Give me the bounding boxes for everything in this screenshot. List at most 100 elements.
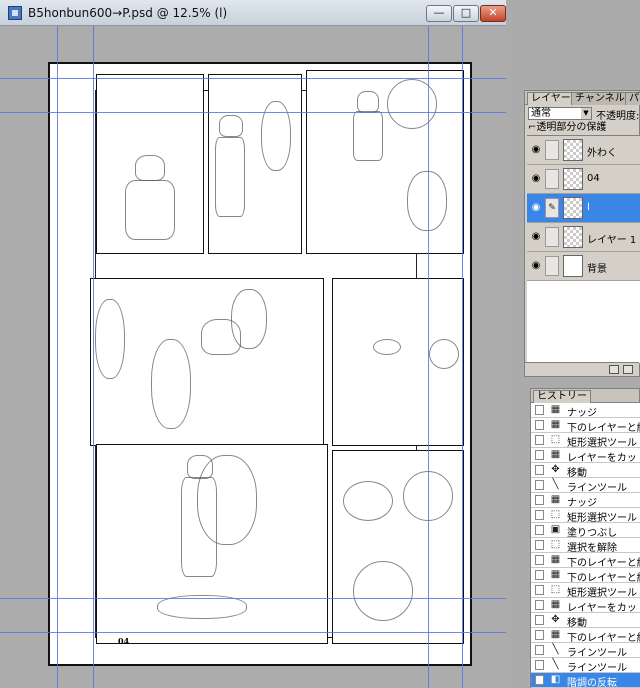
snapshot-box[interactable]	[535, 435, 544, 445]
history-item[interactable]: ╲ ラインツール	[531, 658, 640, 674]
snapshot-box[interactable]	[535, 555, 544, 565]
canvas-area[interactable]: 04	[0, 26, 506, 688]
eye-icon[interactable]: ◉	[530, 232, 542, 242]
document-titlebar[interactable]: B5honbun600→P.psd @ 12.5% (l) — □ ✕	[0, 0, 506, 26]
snapshot-box[interactable]	[535, 570, 544, 580]
layer-name: 外わく	[587, 148, 617, 159]
guide-line[interactable]	[57, 26, 58, 688]
brush-icon[interactable]: ✎	[545, 198, 559, 218]
layer-thumbnail	[563, 139, 583, 161]
snapshot-box[interactable]	[535, 675, 544, 685]
layer-name: 背景	[587, 264, 607, 275]
trash-icon[interactable]	[623, 365, 633, 374]
guide-line[interactable]	[428, 26, 429, 688]
snapshot-box[interactable]	[535, 450, 544, 460]
line-icon: ╲	[552, 644, 559, 655]
history-item[interactable]: ▦ レイヤーをカット	[531, 448, 640, 464]
guide-line[interactable]	[0, 112, 506, 113]
tab-history[interactable]: ヒストリー	[533, 390, 591, 403]
guide-line[interactable]	[0, 632, 506, 633]
eye-icon[interactable]: ◉	[530, 174, 542, 184]
tab-paths[interactable]: パ	[625, 92, 640, 105]
layer-row[interactable]: ◉ レイヤー 1	[527, 223, 640, 252]
history-item[interactable]: ▦ 下のレイヤーと結合	[531, 628, 640, 644]
merge-icon: ▦	[550, 569, 561, 580]
link-cell[interactable]	[545, 169, 559, 189]
tab-channels[interactable]: チャンネル	[571, 92, 629, 105]
history-item[interactable]: ╲ ラインツール	[531, 643, 640, 659]
guide-line[interactable]	[93, 26, 94, 688]
eye-icon[interactable]: ◉	[530, 145, 542, 155]
snapshot-box[interactable]	[535, 495, 544, 505]
snapshot-box[interactable]	[535, 600, 544, 610]
nudge-icon: ▦	[550, 404, 561, 415]
guide-line[interactable]	[0, 78, 506, 79]
snapshot-box[interactable]	[535, 480, 544, 490]
layers-footer	[525, 362, 639, 376]
invert-icon: ◧	[550, 674, 561, 685]
snapshot-box[interactable]	[535, 420, 544, 430]
history-item[interactable]: ✥ 移動	[531, 463, 640, 479]
history-item[interactable]: ⬚ 矩形選択ツール	[531, 508, 640, 524]
history-label: 下のレイヤーと結合	[567, 633, 640, 644]
line-icon: ╲	[552, 479, 559, 490]
line-icon: ╲	[552, 659, 559, 670]
layer-thumbnail	[563, 255, 583, 277]
tab-layers[interactable]: レイヤー	[527, 92, 575, 105]
snapshot-box[interactable]	[535, 615, 544, 625]
eye-icon[interactable]: ◉	[530, 203, 542, 213]
snapshot-box[interactable]	[535, 660, 544, 670]
layer-row[interactable]: ◉ 背景	[527, 252, 640, 281]
history-label: 矩形選択ツール	[567, 588, 637, 599]
minimize-button[interactable]: —	[426, 5, 452, 22]
history-item[interactable]: ✥ 移動	[531, 613, 640, 629]
document-title: B5honbun600→P.psd @ 12.5% (l)	[28, 6, 228, 20]
history-item[interactable]: ▦ 下のレイヤーと結合	[531, 418, 640, 434]
history-label: 階調の反転	[567, 678, 617, 688]
snapshot-box[interactable]	[535, 465, 544, 475]
layer-name: レイヤー 1	[587, 235, 637, 246]
snapshot-box[interactable]	[535, 405, 544, 415]
history-item[interactable]: ▦ 下のレイヤーと結合	[531, 568, 640, 584]
eye-icon[interactable]: ◉	[530, 261, 542, 271]
page-number: 04	[118, 636, 130, 646]
maximize-button[interactable]: □	[453, 5, 479, 22]
guide-line[interactable]	[462, 26, 463, 688]
chevron-down-icon: ▼	[581, 108, 591, 119]
snapshot-box[interactable]	[535, 645, 544, 655]
history-item[interactable]: ▦ ナッジ	[531, 493, 640, 509]
history-item[interactable]: ▣ 塗りつぶし	[531, 523, 640, 539]
snapshot-box[interactable]	[535, 525, 544, 535]
history-item[interactable]: ⬚ 矩形選択ツール	[531, 583, 640, 599]
merge-icon: ▦	[550, 554, 561, 565]
cut-layer-icon: ▦	[550, 449, 561, 460]
link-cell[interactable]	[545, 256, 559, 276]
history-item[interactable]: ╲ ラインツール	[531, 478, 640, 494]
layers-panel: レイヤー チャンネル パ 通常 ▼ 不透明度: ⌐透明部分の保護 ◉ 外わく ◉…	[524, 90, 640, 377]
link-cell[interactable]	[545, 140, 559, 160]
history-item[interactable]: ▦ ナッジ	[531, 403, 640, 419]
layer-row-selected[interactable]: ◉ ✎ l	[527, 194, 640, 223]
blend-mode-select[interactable]: 通常 ▼	[528, 107, 592, 120]
history-item[interactable]: ⬚ 矩形選択ツール	[531, 433, 640, 449]
link-cell[interactable]	[545, 227, 559, 247]
history-label: 移動	[567, 468, 587, 479]
move-icon: ✥	[551, 464, 560, 475]
new-layer-icon[interactable]	[609, 365, 619, 374]
lock-transparency-row[interactable]: ⌐透明部分の保護	[525, 121, 639, 134]
snapshot-box[interactable]	[535, 630, 544, 640]
history-item-selected[interactable]: ◧ 階調の反転	[531, 673, 640, 688]
snapshot-box[interactable]	[535, 510, 544, 520]
blend-row: 通常 ▼ 不透明度:	[525, 105, 640, 122]
snapshot-box[interactable]	[535, 585, 544, 595]
snapshot-box[interactable]	[535, 540, 544, 550]
history-item[interactable]: ⬚ 選択を解除	[531, 538, 640, 554]
layer-row[interactable]: ◉ 04	[527, 165, 640, 194]
opacity-label: 不透明度:	[596, 111, 640, 122]
marquee-icon: ⬚	[550, 434, 561, 445]
layer-row[interactable]: ◉ 外わく	[527, 136, 640, 165]
close-button[interactable]: ✕	[480, 5, 506, 22]
guide-line[interactable]	[0, 598, 506, 599]
history-item[interactable]: ▦ 下のレイヤーと結合	[531, 553, 640, 569]
history-item[interactable]: ▦ レイヤーをカット	[531, 598, 640, 614]
